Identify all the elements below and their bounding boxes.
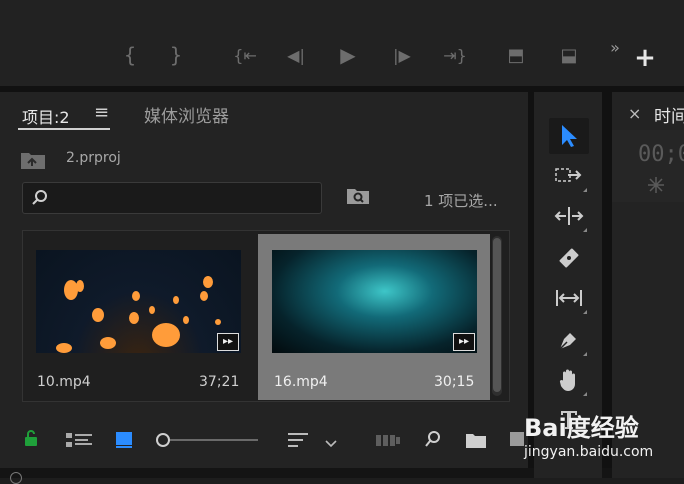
pen-tool[interactable] bbox=[549, 322, 589, 358]
zoom-slider[interactable] bbox=[156, 432, 260, 448]
tab-media-browser[interactable]: 媒体浏览器 bbox=[144, 102, 229, 127]
audio-video-badge: ▸▸ bbox=[217, 333, 239, 351]
tool-flyout-indicator bbox=[583, 228, 587, 232]
tool-flyout-indicator bbox=[583, 310, 587, 314]
chevron-down-icon[interactable] bbox=[324, 434, 338, 453]
selection-tool-icon bbox=[562, 125, 577, 147]
watermark-url: jingyan.baidu.com bbox=[524, 444, 654, 460]
icon-view-icon[interactable] bbox=[116, 432, 132, 452]
new-bin-icon[interactable] bbox=[466, 432, 486, 452]
ripple-edit-tool[interactable] bbox=[549, 198, 589, 234]
hand-tool[interactable] bbox=[549, 362, 589, 398]
status-circle-icon bbox=[10, 472, 22, 484]
tab-project[interactable]: 项目:2 bbox=[22, 104, 70, 128]
zoom-slider-handle[interactable] bbox=[156, 433, 170, 447]
list-view-icon[interactable] bbox=[66, 432, 92, 452]
slip-tool-icon bbox=[556, 290, 582, 306]
mark-in-icon[interactable]: { bbox=[120, 42, 140, 68]
folder-up-icon[interactable] bbox=[20, 150, 46, 170]
project-file-name: 2.prproj bbox=[66, 150, 121, 166]
tool-flyout-indicator bbox=[583, 392, 587, 396]
pen-tool-icon bbox=[559, 333, 576, 350]
media-item-name: 10.mp4 bbox=[37, 374, 91, 390]
search-icon bbox=[32, 190, 47, 205]
search-input[interactable] bbox=[55, 187, 309, 209]
new-item-icon[interactable] bbox=[510, 432, 524, 452]
mark-out-icon[interactable]: } bbox=[166, 42, 186, 68]
scrollbar-thumb[interactable] bbox=[493, 238, 501, 392]
media-item-duration: 37;21 bbox=[199, 374, 240, 390]
find-folder-icon[interactable] bbox=[346, 186, 370, 206]
automate-icon[interactable] bbox=[376, 432, 400, 452]
media-item[interactable]: ▸▸ 16.mp4 30;15 bbox=[258, 234, 490, 400]
grid-scrollbar[interactable] bbox=[492, 236, 502, 396]
ripple-edit-tool-icon bbox=[554, 207, 584, 225]
timeline-tab-title[interactable]: 时间 bbox=[654, 102, 684, 127]
watermark-logo: Bai度经验 bbox=[524, 414, 639, 442]
step-back-icon[interactable]: ◀| bbox=[282, 42, 310, 68]
close-icon[interactable]: × bbox=[628, 104, 641, 123]
lock-icon[interactable] bbox=[24, 430, 38, 450]
razor-tool[interactable] bbox=[549, 240, 589, 276]
tool-flyout-indicator bbox=[583, 352, 587, 356]
extract-icon[interactable]: ⬓ bbox=[553, 42, 585, 68]
tool-flyout-indicator bbox=[583, 188, 587, 192]
razor-tool-icon bbox=[559, 248, 579, 268]
hand-tool-icon bbox=[559, 369, 575, 391]
timecode[interactable]: 00;0 bbox=[638, 142, 684, 167]
overflow-icon[interactable]: » bbox=[604, 36, 626, 58]
go-to-out-icon[interactable]: ⇥} bbox=[438, 42, 472, 68]
media-item-duration: 30;15 bbox=[434, 374, 475, 390]
watermark: Bai度经验 jingyan.baidu.com bbox=[524, 408, 684, 468]
program-monitor-controls: { } {⇤ ◀| ▶ |▶ ⇥} ⬒ ⬓ » + bbox=[0, 0, 684, 86]
go-to-in-icon[interactable]: {⇤ bbox=[228, 42, 262, 68]
video-thumbnail: ▸▸ bbox=[272, 250, 477, 353]
find-icon[interactable] bbox=[424, 430, 442, 452]
media-item-name: 16.mp4 bbox=[274, 374, 328, 390]
video-thumbnail: ▸▸ bbox=[36, 250, 241, 353]
lift-icon[interactable]: ⬒ bbox=[500, 42, 532, 68]
active-tab-underline bbox=[18, 128, 110, 130]
panel-menu-icon[interactable]: ≡ bbox=[94, 102, 109, 123]
play-icon[interactable]: ▶ bbox=[334, 42, 362, 68]
slip-tool[interactable] bbox=[549, 280, 589, 316]
zoom-slider-track bbox=[164, 439, 258, 441]
selection-status: 1 项已选... bbox=[424, 192, 498, 210]
selection-tool[interactable] bbox=[549, 118, 589, 154]
add-button[interactable]: + bbox=[632, 43, 658, 73]
project-bottom-bar bbox=[0, 412, 528, 468]
audio-video-badge: ▸▸ bbox=[453, 333, 475, 351]
sort-icon[interactable] bbox=[288, 432, 308, 452]
search-field[interactable] bbox=[22, 182, 322, 214]
snap-icon[interactable] bbox=[646, 176, 666, 198]
step-forward-icon[interactable]: |▶ bbox=[388, 42, 416, 68]
media-item[interactable]: ▸▸ 10.mp4 37;21 bbox=[23, 234, 257, 400]
track-select-tool[interactable] bbox=[549, 158, 589, 194]
track-select-tool-icon bbox=[555, 168, 582, 182]
